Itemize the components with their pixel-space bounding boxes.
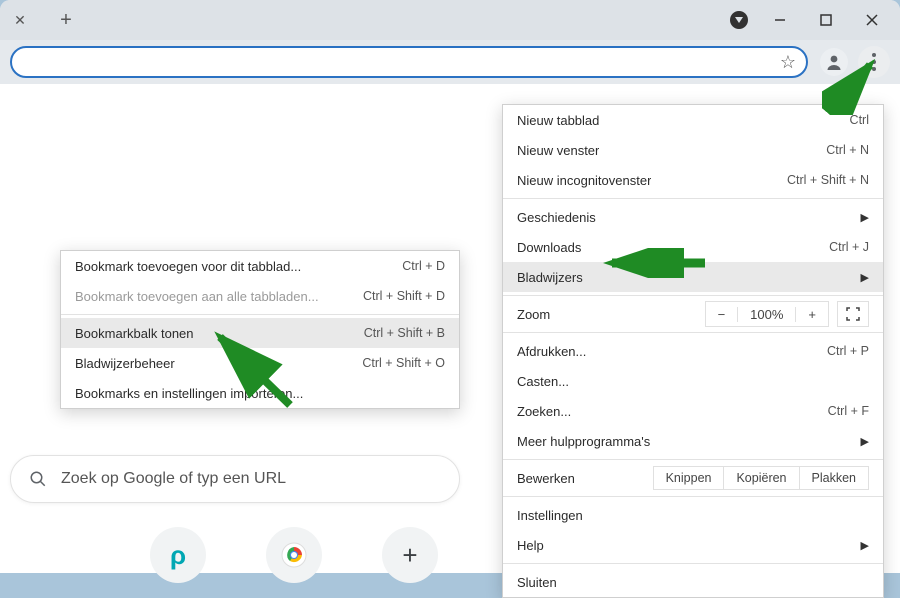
minimize-button[interactable] [766,6,794,34]
search-icon [29,470,47,488]
menu-item-help[interactable]: Help▶ [503,530,883,560]
chevron-right-icon: ▶ [861,435,869,448]
menu-item-print[interactable]: Afdrukken...Ctrl + P [503,336,883,366]
close-tab-button[interactable]: ✕ [8,8,32,32]
window-controls [730,6,900,34]
extension-shield-icon[interactable] [730,11,748,29]
menu-item-bookmarks[interactable]: Bladwijzers▶ [503,262,883,292]
menu-item-exit[interactable]: Sluiten [503,567,883,597]
maximize-button[interactable] [812,6,840,34]
shortcut-add[interactable]: + [382,527,438,583]
shortcut-tplink[interactable]: ρ [150,527,206,583]
menu-separator [503,198,883,199]
submenu-item-add-bookmark[interactable]: Bookmark toevoegen voor dit tabblad...Ct… [61,251,459,281]
chevron-right-icon: ▶ [861,211,869,224]
submenu-item-import[interactable]: Bookmarks en instellingen importeren... [61,378,459,408]
person-icon [825,53,843,71]
google-search-box[interactable]: Zoek op Google of typ een URL [10,455,460,503]
menu-item-cast[interactable]: Casten... [503,366,883,396]
menu-item-new-window[interactable]: Nieuw vensterCtrl + N [503,135,883,165]
search-placeholder-text: Zoek op Google of typ een URL [61,470,286,488]
menu-item-incognito[interactable]: Nieuw incognitovensterCtrl + Shift + N [503,165,883,195]
menu-item-more-tools[interactable]: Meer hulpprogramma's▶ [503,426,883,456]
profile-avatar-button[interactable] [820,48,848,76]
menu-item-settings[interactable]: Instellingen [503,500,883,530]
menu-separator [61,314,459,315]
paste-button[interactable]: Plakken [799,466,869,490]
menu-item-find[interactable]: Zoeken...Ctrl + F [503,396,883,426]
submenu-item-bookmark-manager[interactable]: BladwijzerbeheerCtrl + Shift + O [61,348,459,378]
fullscreen-icon [846,307,860,321]
submenu-item-show-bookmark-bar[interactable]: Bookmarkbalk tonenCtrl + Shift + B [61,318,459,348]
zoom-level: 100% [738,307,796,322]
zoom-in-button[interactable]: + [796,307,828,322]
tab-strip: ✕ + [0,6,80,34]
menu-separator [503,496,883,497]
submenu-item-add-all-bookmarks[interactable]: Bookmark toevoegen aan alle tabbladen...… [61,281,459,311]
menu-item-new-tab[interactable]: Nieuw tabbladCtrl [503,105,883,135]
copy-button[interactable]: Kopiëren [723,466,799,490]
menu-separator [503,332,883,333]
bookmarks-submenu: Bookmark toevoegen voor dit tabblad...Ct… [60,250,460,409]
chevron-right-icon: ▶ [861,539,869,552]
zoom-controls: − 100% + [705,301,829,327]
more-menu-button[interactable] [858,46,890,78]
menu-separator [503,295,883,296]
menu-separator [503,459,883,460]
menu-item-history[interactable]: Geschiedenis▶ [503,202,883,232]
chrome-icon [281,542,307,568]
titlebar: ✕ + [0,0,900,40]
bookmark-star-icon[interactable]: ☆ [780,52,796,73]
new-tab-button[interactable]: + [52,6,80,34]
toolbar: ☆ [0,40,900,84]
menu-item-downloads[interactable]: DownloadsCtrl + J [503,232,883,262]
menu-item-zoom: Zoom − 100% + [503,299,883,329]
fullscreen-button[interactable] [837,301,869,327]
menu-separator [503,563,883,564]
zoom-out-button[interactable]: − [706,307,739,322]
close-window-button[interactable] [858,6,886,34]
address-bar[interactable]: ☆ [10,46,808,78]
shortcut-row: ρ + [150,527,438,583]
main-menu: Nieuw tabbladCtrl Nieuw vensterCtrl + N … [502,104,884,598]
kebab-icon [872,53,876,71]
shortcut-chrome[interactable] [266,527,322,583]
chevron-right-icon: ▶ [861,271,869,284]
menu-item-edit: Bewerken Knippen Kopiëren Plakken [503,463,883,493]
cut-button[interactable]: Knippen [653,466,725,490]
